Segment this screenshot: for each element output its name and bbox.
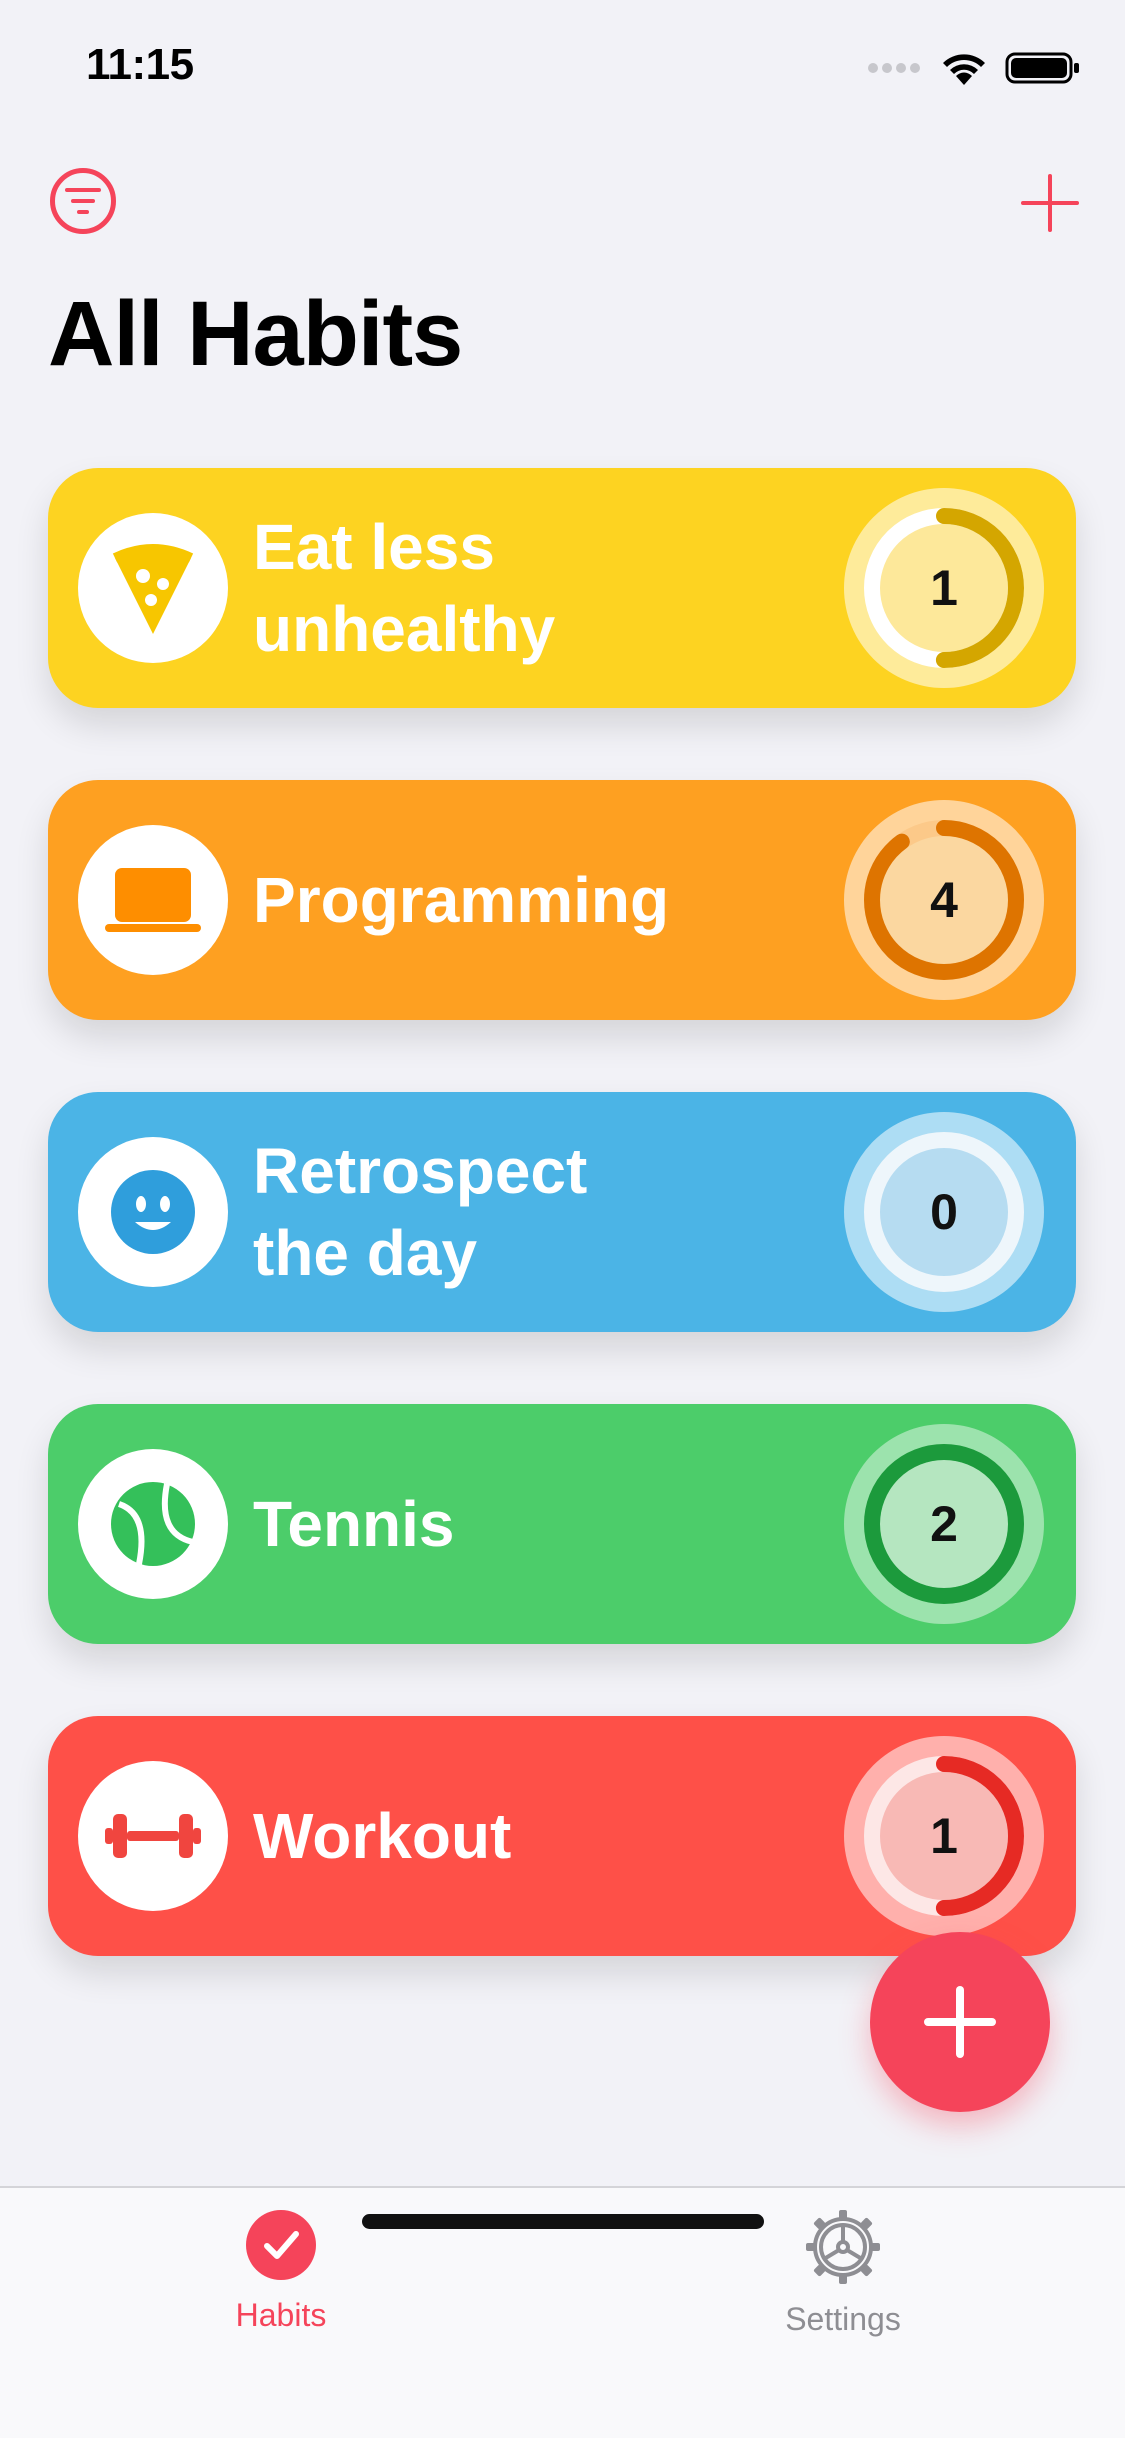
page-title: All Habits bbox=[48, 283, 463, 385]
tab-label: Settings bbox=[785, 2301, 901, 2337]
battery-icon bbox=[1005, 52, 1079, 84]
habit-name: Retrospect the day bbox=[253, 1135, 588, 1289]
plus-icon bbox=[924, 1986, 996, 2058]
habit-count[interactable]: 1 bbox=[842, 486, 1046, 690]
habit-icon-badge bbox=[78, 1449, 228, 1599]
signal-icon bbox=[868, 63, 920, 73]
wifi-icon bbox=[943, 54, 985, 85]
habit-name: Eat less unhealthy bbox=[253, 511, 556, 665]
tab-bar: Habits Settings bbox=[0, 2186, 1125, 2438]
filter-button[interactable] bbox=[50, 168, 116, 234]
habit-name: Workout bbox=[253, 1800, 512, 1872]
home-indicator bbox=[362, 2214, 764, 2229]
filter-icon bbox=[65, 188, 101, 214]
habit-icon-badge bbox=[78, 513, 228, 663]
tab-label: Habits bbox=[235, 2297, 327, 2333]
gear-icon bbox=[806, 2210, 880, 2284]
habit-icon-badge bbox=[78, 1761, 228, 1911]
tennis-ball-icon bbox=[111, 1482, 195, 1566]
status-time: 11:15 bbox=[86, 40, 194, 89]
status-bar: 11:15 bbox=[0, 0, 1125, 140]
habit-count[interactable]: 0 bbox=[842, 1110, 1046, 1314]
dumbbell-icon bbox=[105, 1814, 201, 1858]
laptop-icon bbox=[105, 868, 201, 932]
habit-name: Tennis bbox=[253, 1488, 455, 1560]
floating-add-button[interactable] bbox=[870, 1932, 1050, 2112]
habit-count[interactable]: 1 bbox=[842, 1734, 1046, 1938]
habit-card-workout[interactable]: Workout 1 bbox=[48, 1716, 1076, 1956]
habit-card-tennis[interactable]: Tennis 2 bbox=[48, 1404, 1076, 1644]
status-icons bbox=[867, 50, 1081, 86]
habit-count[interactable]: 2 bbox=[842, 1422, 1046, 1626]
habit-name: Programming bbox=[253, 864, 670, 936]
habit-card-programming[interactable]: Programming 4 bbox=[48, 780, 1076, 1020]
habit-count[interactable]: 4 bbox=[842, 798, 1046, 1002]
habit-card-retrospect[interactable]: Retrospect the day 0 bbox=[48, 1092, 1076, 1332]
habit-icon-badge bbox=[78, 825, 228, 975]
habit-card-eat-less-unhealthy[interactable]: Eat less unhealthy 1 bbox=[48, 468, 1076, 708]
checkmark-circle-icon bbox=[246, 2210, 316, 2280]
smiley-icon bbox=[111, 1170, 195, 1254]
add-habit-button[interactable] bbox=[1015, 168, 1085, 238]
pizza-icon bbox=[112, 544, 194, 634]
nav-bar bbox=[0, 160, 1125, 280]
habit-icon-badge bbox=[78, 1137, 228, 1287]
